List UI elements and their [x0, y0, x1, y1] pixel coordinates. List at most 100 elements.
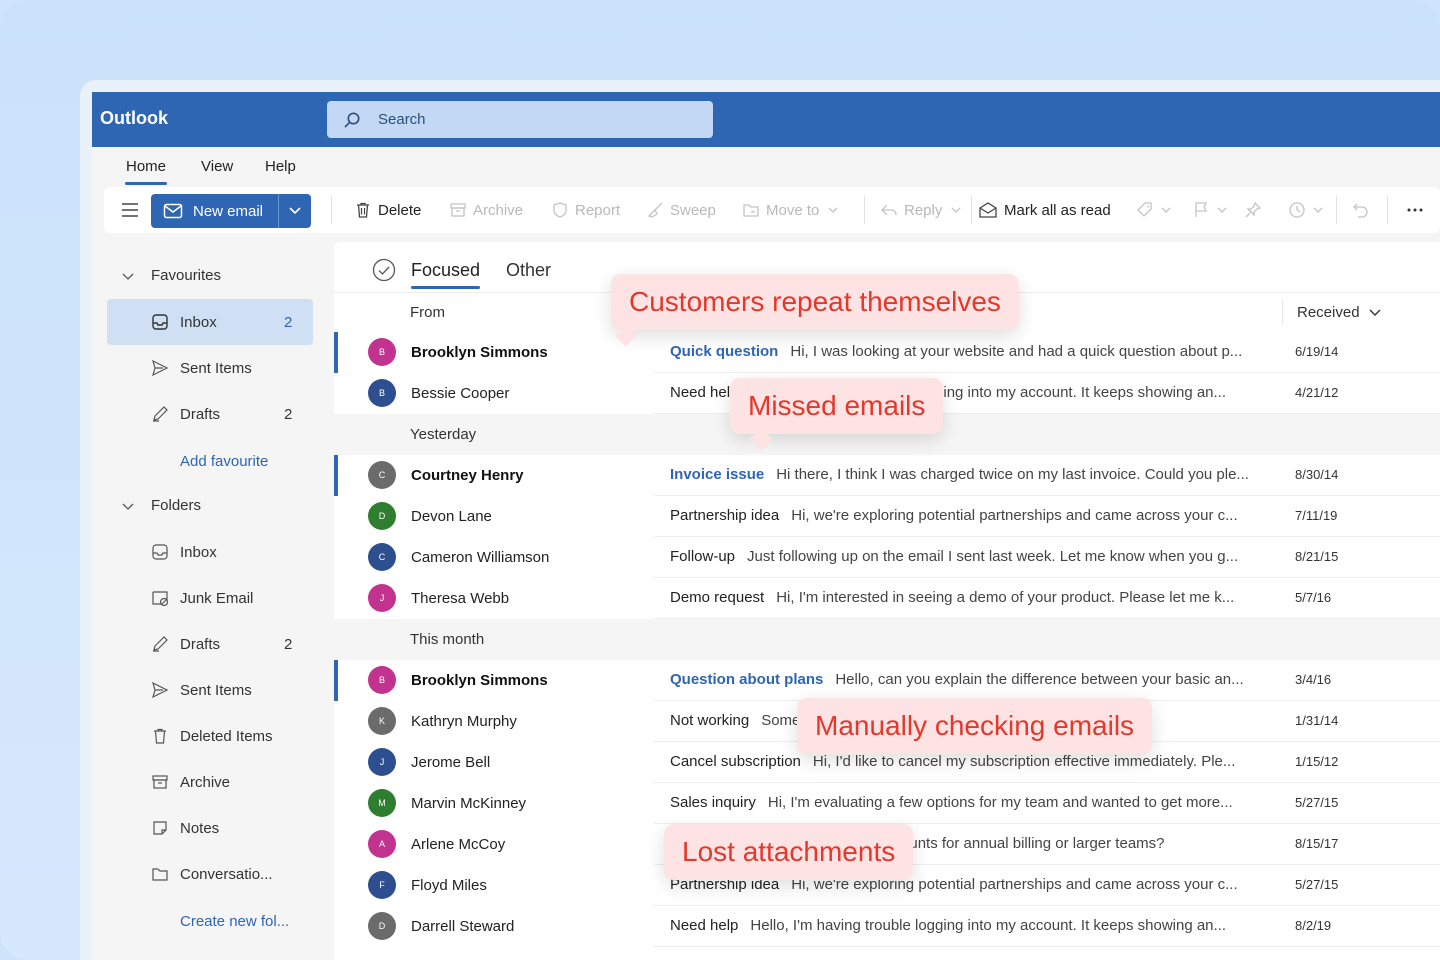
- create-new-folder-link[interactable]: Create new fol...: [180, 913, 289, 930]
- sweep-button[interactable]: Sweep: [646, 187, 716, 233]
- select-all-check-icon[interactable]: [372, 258, 396, 287]
- ribbon-toolbar: New email Delete Archive Report Sweep Mo…: [104, 187, 1440, 233]
- message-row[interactable]: J Theresa Webb Demo request Hi, I'm interes…: [334, 578, 1440, 619]
- app-title: Outlook: [100, 108, 168, 128]
- note-icon: [151, 819, 169, 841]
- ribbon-divider: [971, 196, 972, 224]
- sidebar-item-archive[interactable]: Archive: [107, 759, 313, 805]
- tab-home[interactable]: Home: [124, 158, 168, 185]
- sidebar-item-label: Conversatio...: [180, 866, 273, 883]
- tab-focused[interactable]: Focused: [411, 260, 481, 289]
- avatar: J: [368, 584, 396, 612]
- tag-button[interactable]: [1136, 187, 1178, 233]
- message-row[interactable]: B Brooklyn Simmons Quick question Hi, I was…: [334, 332, 1440, 373]
- sender-name: Arlene McCoy: [411, 836, 506, 853]
- column-from[interactable]: From: [410, 304, 445, 321]
- inbox-icon: [151, 543, 169, 565]
- sidebar-item-drafts[interactable]: Drafts 2: [107, 621, 313, 667]
- outlook-app: Outlook Search Home View Help New email: [92, 92, 1440, 960]
- nav-tabs: Home View Help: [92, 147, 1440, 187]
- avatar: J: [368, 748, 396, 776]
- message-row[interactable]: D Devon Lane Partnership idea Hi, we're exp…: [334, 496, 1440, 537]
- column-received[interactable]: Received: [1297, 304, 1360, 321]
- message-row[interactable]: C Cameron Williamson Follow-up Just followi…: [334, 537, 1440, 578]
- sidebar-item-deleted[interactable]: Deleted Items: [107, 713, 313, 759]
- message-subject: Sales inquiry: [670, 794, 756, 811]
- unread-count: 2: [284, 636, 293, 653]
- unread-count: 2: [284, 406, 293, 423]
- move-to-label: Move to: [766, 201, 820, 219]
- ribbon-divider: [1336, 196, 1337, 224]
- avatar: M: [368, 789, 396, 817]
- group-header-label: This month: [410, 631, 485, 648]
- add-favourite-link[interactable]: Add favourite: [180, 453, 268, 470]
- more-options-icon[interactable]: [1406, 187, 1430, 233]
- message-subject: Need help: [670, 384, 739, 401]
- callout-text: Manually checking emails: [815, 710, 1135, 741]
- archive-button[interactable]: Archive: [449, 187, 523, 233]
- message-subject: Need help: [670, 917, 739, 934]
- favourites-label: Favourites: [151, 267, 222, 284]
- sidebar-item-label: Sent Items: [180, 360, 252, 377]
- avatar: C: [368, 461, 396, 489]
- chevron-down-icon: [828, 207, 838, 213]
- column-divider: [1282, 299, 1283, 325]
- mark-all-read-button[interactable]: Mark all as read: [978, 187, 1111, 233]
- shield-icon: [553, 202, 567, 218]
- split-divider: [278, 194, 279, 228]
- delete-button[interactable]: Delete: [354, 187, 421, 233]
- pin-button[interactable]: [1244, 187, 1268, 233]
- folders-label: Folders: [151, 497, 202, 514]
- sender-name: Bessie Cooper: [411, 385, 510, 402]
- sidebar-item-inbox[interactable]: Inbox: [107, 529, 313, 575]
- mail-icon: [163, 203, 183, 223]
- flag-button[interactable]: [1192, 187, 1234, 233]
- chevron-down-icon[interactable]: [287, 202, 303, 222]
- sender-name: Jerome Bell: [411, 754, 491, 771]
- ribbon-divider: [1387, 196, 1388, 224]
- tab-view[interactable]: View: [201, 158, 233, 175]
- message-subject: Question about plans: [670, 671, 824, 688]
- message-preview: Hello, can you explain the difference be…: [835, 671, 1244, 688]
- received-date: 8/15/17: [1295, 836, 1339, 851]
- message-preview: Hi, I was looking at your website and ha…: [790, 343, 1243, 360]
- tab-help[interactable]: Help: [265, 158, 296, 175]
- sidebar-item-junk[interactable]: Junk Email: [107, 575, 313, 621]
- message-subject: Follow-up: [670, 548, 736, 565]
- search-box[interactable]: Search: [327, 101, 713, 138]
- report-button[interactable]: Report: [551, 187, 620, 233]
- snooze-button[interactable]: [1288, 187, 1330, 233]
- message-subject: Invoice issue: [670, 466, 765, 483]
- sender-name: Cameron Williamson: [411, 549, 550, 566]
- message-row[interactable]: B Brooklyn Simmons Question about plans Hel…: [334, 660, 1440, 701]
- callout-text: Customers repeat themselves: [629, 286, 1001, 317]
- search-placeholder: Search: [378, 111, 426, 128]
- received-date: 5/7/16: [1295, 590, 1332, 605]
- sidebar-item-notes[interactable]: Notes: [107, 805, 313, 851]
- sidebar-item-fav-sent[interactable]: Sent Items: [107, 345, 313, 391]
- reply-button[interactable]: Reply: [880, 187, 968, 233]
- chevron-down-icon[interactable]: [1368, 306, 1382, 325]
- undo-button[interactable]: [1352, 187, 1376, 233]
- message-subject-line: Partnership idea Hi, we're exploring pote…: [670, 507, 1260, 524]
- move-to-button[interactable]: Move to: [742, 187, 845, 233]
- archive-icon: [151, 773, 169, 795]
- sidebar-item-sent[interactable]: Sent Items: [107, 667, 313, 713]
- hamburger-menu-icon[interactable]: [120, 187, 146, 233]
- message-row[interactable]: C Courtney Henry Invoice issue Hi there, I …: [334, 455, 1440, 496]
- new-email-button[interactable]: New email: [151, 194, 311, 228]
- sidebar-item-fav-inbox[interactable]: Inbox 2: [107, 299, 313, 345]
- received-date: 1/15/12: [1295, 754, 1339, 769]
- message-row[interactable]: M Marvin McKinney Sales inquiry Hi, I'm eva…: [334, 783, 1440, 824]
- received-date: 3/4/16: [1295, 672, 1332, 687]
- sidebar-item-label: Inbox: [180, 314, 217, 331]
- sidebar-item-fav-drafts[interactable]: Drafts 2: [107, 391, 313, 437]
- received-date: 6/19/14: [1295, 344, 1339, 359]
- callout-repeat: Customers repeat themselves: [611, 274, 1019, 330]
- callout-text: Missed emails: [748, 390, 926, 421]
- chevron-down-icon: [121, 270, 135, 288]
- mark-all-read-label: Mark all as read: [1004, 201, 1111, 219]
- message-row[interactable]: D Darrell Steward Need help Hello, I'm havi…: [334, 906, 1440, 947]
- sidebar-item-conversation[interactable]: Conversatio...: [107, 851, 313, 897]
- tab-other[interactable]: Other: [506, 260, 551, 281]
